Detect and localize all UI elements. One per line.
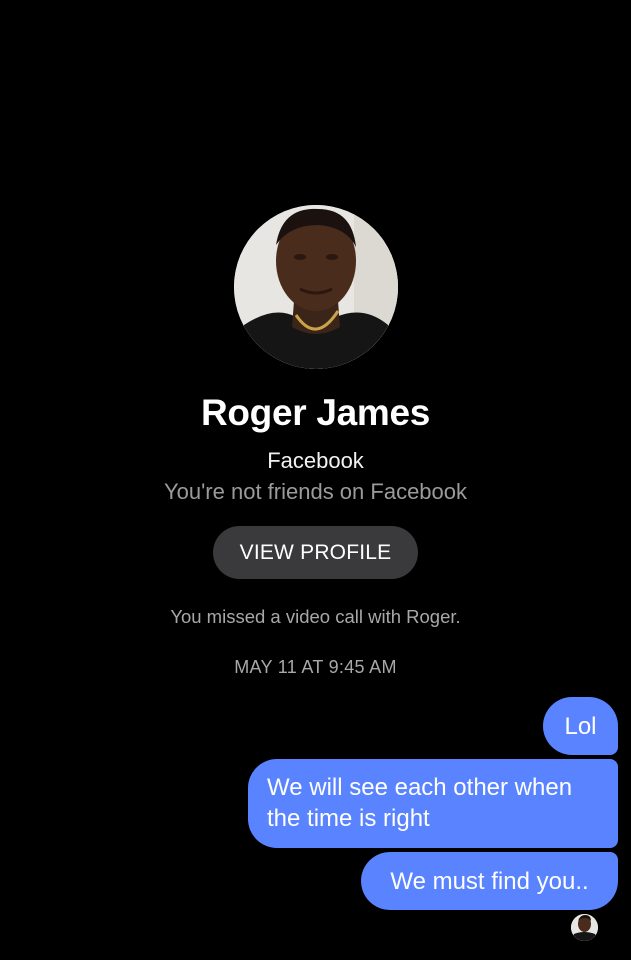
- outgoing-message-bubble[interactable]: We will see each other when the time is …: [248, 759, 618, 848]
- chat-screen: Roger James Facebook You're not friends …: [0, 0, 631, 960]
- view-profile-button[interactable]: VIEW PROFILE: [213, 526, 418, 579]
- message-timestamp: MAY 11 AT 9:45 AM: [234, 657, 397, 677]
- outgoing-message-bubble[interactable]: We must find you..: [361, 852, 618, 910]
- profile-photo: [234, 205, 398, 369]
- seen-receipt-avatar-icon: [571, 914, 598, 941]
- contact-name: Roger James: [200, 392, 431, 433]
- contact-avatar[interactable]: [234, 205, 398, 369]
- missed-video-call-notice: You missed a video call with Roger.: [170, 606, 461, 627]
- contact-platform: Facebook: [267, 448, 364, 473]
- outgoing-message-bubble[interactable]: Lol: [543, 697, 618, 755]
- friend-status-text: You're not friends on Facebook: [163, 479, 468, 504]
